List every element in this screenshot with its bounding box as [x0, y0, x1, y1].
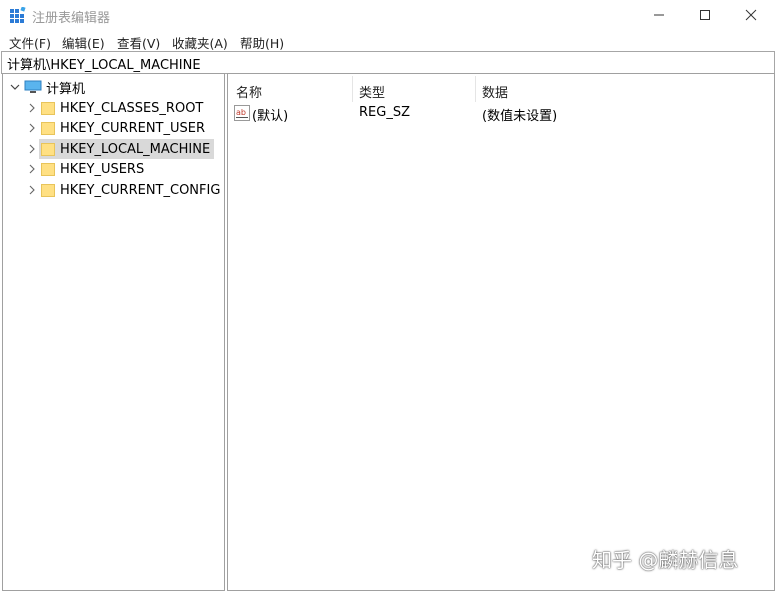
selected-highlight: HKEY_LOCAL_MACHINE	[39, 139, 215, 159]
address-path: 计算机\HKEY_LOCAL_MACHINE	[7, 58, 201, 73]
value-data: (数值未设置)	[482, 109, 558, 124]
menu-edit[interactable]: 编辑(E)	[62, 33, 105, 52]
maximize-button[interactable]	[682, 0, 728, 30]
folder-icon	[41, 162, 55, 176]
chevron-right-icon[interactable]	[25, 121, 39, 135]
string-value-icon: ab	[234, 105, 250, 121]
column-header-data[interactable]: 数据	[482, 82, 508, 101]
tree-item-hkcr[interactable]: HKEY_CLASSES_ROOT	[25, 98, 203, 118]
column-header-name[interactable]: 名称	[236, 82, 262, 101]
menu-bar: 文件(F) 编辑(E) 查看(V) 收藏夹(A) 帮助(H)	[0, 30, 776, 51]
tree-item-hklm[interactable]: HKEY_LOCAL_MACHINE	[25, 139, 215, 159]
tree-label-computer: 计算机	[46, 81, 86, 97]
chevron-right-icon[interactable]	[25, 183, 39, 197]
chevron-right-icon[interactable]	[25, 162, 39, 176]
maximize-icon	[700, 10, 710, 20]
chevron-down-icon[interactable]	[8, 80, 22, 94]
folder-icon	[41, 183, 55, 197]
menu-view[interactable]: 查看(V)	[117, 33, 160, 52]
close-button[interactable]	[728, 0, 774, 30]
tree-pane[interactable]: 计算机 HKEY_CLASSES_ROOT HKEY_CURRENT_USER …	[2, 73, 225, 591]
tree-label: HKEY_CURRENT_CONFIG	[60, 182, 221, 198]
values-pane[interactable]: 名称 类型 数据 ab (默认) REG_SZ (数值未设置)	[227, 73, 775, 591]
tree-item-hkcc[interactable]: HKEY_CURRENT_CONFIG	[25, 180, 220, 200]
tree-label: HKEY_CLASSES_ROOT	[60, 100, 204, 116]
column-divider[interactable]	[352, 76, 353, 102]
folder-icon	[41, 101, 55, 115]
computer-icon	[24, 80, 42, 93]
minimize-icon	[654, 14, 664, 16]
tree-label: HKEY_USERS	[60, 161, 145, 177]
tree-item-hku[interactable]: HKEY_USERS	[25, 159, 144, 179]
tree-item-hkcu[interactable]: HKEY_CURRENT_USER	[25, 118, 205, 138]
svg-text:ab: ab	[236, 108, 246, 117]
tree-label: HKEY_LOCAL_MACHINE	[60, 141, 211, 157]
address-bar[interactable]: 计算机\HKEY_LOCAL_MACHINE	[1, 51, 775, 74]
watermark: 知乎 @麟赫信息	[592, 548, 739, 572]
registry-editor-icon	[10, 7, 26, 23]
tree-item-computer[interactable]: 计算机	[8, 77, 85, 97]
folder-icon	[41, 142, 55, 156]
window-title: 注册表编辑器	[32, 11, 111, 26]
column-header-type[interactable]: 类型	[359, 82, 385, 101]
menu-help[interactable]: 帮助(H)	[240, 33, 284, 52]
column-divider[interactable]	[475, 76, 476, 102]
minimize-button[interactable]	[636, 0, 682, 30]
folder-icon	[41, 121, 55, 135]
title-bar: 注册表编辑器	[0, 0, 776, 30]
chevron-right-icon[interactable]	[25, 101, 39, 115]
value-type: REG_SZ	[359, 105, 410, 120]
value-name: (默认)	[252, 109, 289, 124]
menu-favorites[interactable]: 收藏夹(A)	[172, 33, 228, 52]
menu-file[interactable]: 文件(F)	[9, 33, 51, 52]
chevron-right-icon[interactable]	[25, 142, 39, 156]
close-icon	[745, 9, 757, 21]
tree-label: HKEY_CURRENT_USER	[60, 120, 206, 136]
